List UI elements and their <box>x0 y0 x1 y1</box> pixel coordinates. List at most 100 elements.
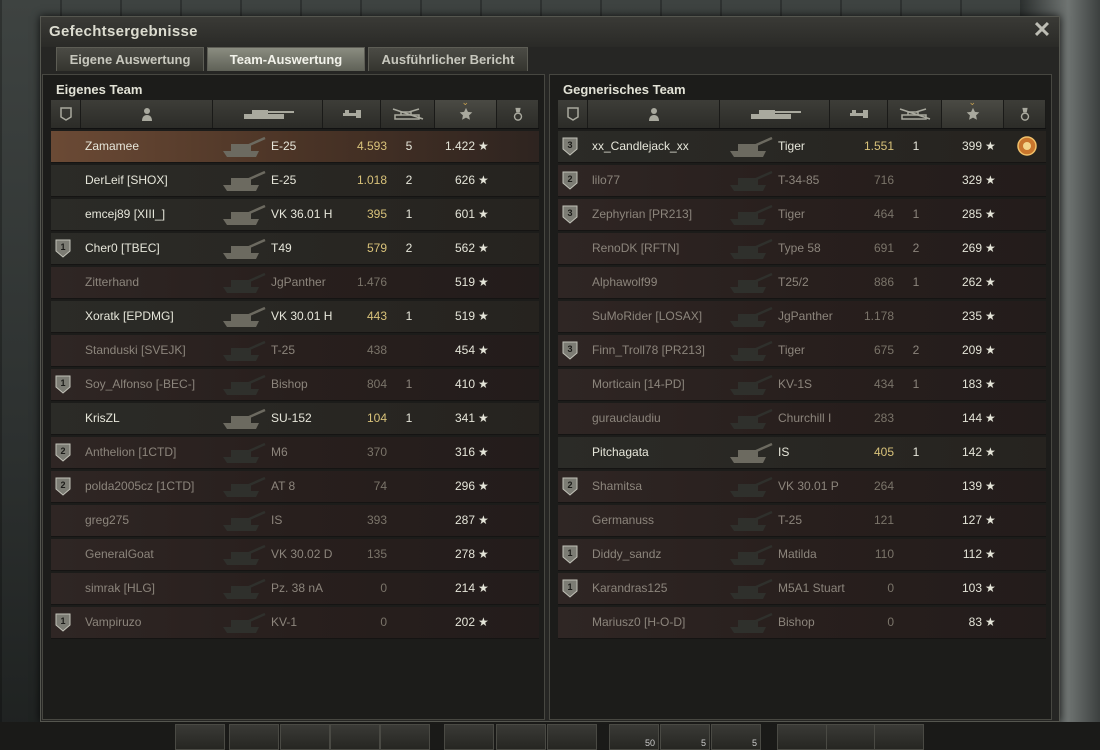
kills-column-header[interactable] <box>888 100 942 128</box>
player-name[interactable]: SuMoRider [LOSAX] <box>592 301 702 332</box>
table-row[interactable]: 2 polda2005cz [1CTD] AT 8 74 296 ★ <box>51 471 539 503</box>
table-row[interactable]: KrisZL SU-152 104 1 341 ★ <box>51 403 539 435</box>
tank-column-header[interactable] <box>213 100 323 128</box>
xp-star-column-header[interactable]: ⌄ <box>435 97 497 128</box>
carousel-slot[interactable]: 5 <box>711 724 761 750</box>
table-row[interactable]: 3 xx_Candlejack_xx Tiger 1.551 1 399 ★ <box>558 131 1046 163</box>
damage-column-header[interactable] <box>323 100 381 128</box>
table-row[interactable]: 2 Shamitsa VK 30.01 P 264 139 ★ <box>558 471 1046 503</box>
player-name[interactable]: Diddy_sandz <box>592 539 661 570</box>
player-badge-icon <box>55 171 73 202</box>
table-row[interactable]: Pitchagata IS 405 1 142 ★ <box>558 437 1046 469</box>
table-row[interactable]: 1 Diddy_sandz Matilda 110 112 ★ <box>558 539 1046 571</box>
table-row[interactable]: DerLeif [SHOX] E-25 1.018 2 626 ★ <box>51 165 539 197</box>
table-row[interactable]: 3 Zephyrian [PR213] Tiger 464 1 285 ★ <box>558 199 1046 231</box>
kills-column-header[interactable] <box>381 100 435 128</box>
table-row[interactable]: Zamamee E-25 4.593 5 1.422 ★ <box>51 131 539 163</box>
player-name[interactable]: Morticain [14-PD] <box>592 369 685 400</box>
table-row[interactable]: Standuski [SVEJK] T-25 438 454 ★ <box>51 335 539 367</box>
medal-column-header[interactable] <box>497 100 539 128</box>
carousel-slot[interactable]: 5 <box>660 724 710 750</box>
table-row[interactable]: 2 lilo77 T-34-85 716 329 ★ <box>558 165 1046 197</box>
carousel-slot[interactable] <box>826 724 876 750</box>
table-row[interactable]: GeneralGoat VK 30.02 D 135 278 ★ <box>51 539 539 571</box>
player-name[interactable]: Zamamee <box>85 131 139 162</box>
player-name[interactable]: GeneralGoat <box>85 539 154 570</box>
table-row[interactable]: greg275 IS 393 287 ★ <box>51 505 539 537</box>
carousel-slot[interactable] <box>444 724 494 750</box>
carousel-slot[interactable] <box>229 724 279 750</box>
table-row[interactable]: emcej89 [XIII_] VK 36.01 H 395 1 601 ★ <box>51 199 539 231</box>
player-name[interactable]: Shamitsa <box>592 471 642 502</box>
table-row[interactable]: 2 Anthelion [1CTD] M6 370 316 ★ <box>51 437 539 469</box>
carousel-slot[interactable] <box>496 724 546 750</box>
player-column-header[interactable] <box>81 100 213 128</box>
player-name[interactable]: emcej89 [XIII_] <box>85 199 165 230</box>
badge-column-header[interactable] <box>51 100 81 128</box>
table-row[interactable]: 1 Soy_Alfonso [-BEC-] Bishop 804 1 410 ★ <box>51 369 539 401</box>
table-row[interactable]: simrak [HLG] Pz. 38 nA 0 214 ★ <box>51 573 539 605</box>
table-row[interactable]: 1 Cher0 [TBEC] T49 579 2 562 ★ <box>51 233 539 265</box>
player-name[interactable]: lilo77 <box>592 165 620 196</box>
xp-star-column-header[interactable]: ⌄ <box>942 97 1004 128</box>
player-name[interactable]: Finn_Troll78 [PR213] <box>592 335 705 366</box>
table-row[interactable]: Mariusz0 [H-O-D] Bishop 0 83 ★ <box>558 607 1046 639</box>
carousel-slot[interactable] <box>874 724 924 750</box>
player-name[interactable]: DerLeif [SHOX] <box>85 165 168 196</box>
xp-star-icon: ★ <box>478 139 489 153</box>
player-name[interactable]: Soy_Alfonso [-BEC-] <box>85 369 195 400</box>
tab-team-auswertung[interactable]: Team-Auswertung <box>207 47 365 71</box>
table-row[interactable]: Morticain [14-PD] KV-1S 434 1 183 ★ <box>558 369 1046 401</box>
badge-column-header[interactable] <box>558 100 588 128</box>
tank-column-header[interactable] <box>720 100 830 128</box>
player-name[interactable]: KrisZL <box>85 403 120 434</box>
close-icon[interactable]: ✕ <box>1031 19 1053 41</box>
table-row[interactable]: Alphawolf99 T25/2 886 1 262 ★ <box>558 267 1046 299</box>
player-name[interactable]: Xoratk [EPDMG] <box>85 301 174 332</box>
carousel-slot[interactable] <box>330 724 380 750</box>
player-name[interactable]: Anthelion [1CTD] <box>85 437 176 468</box>
player-name[interactable]: Alphawolf99 <box>592 267 657 298</box>
player-name[interactable]: Vampiruzo <box>85 607 141 638</box>
player-name[interactable]: Zephyrian [PR213] <box>592 199 692 230</box>
damage-column-header[interactable] <box>830 100 888 128</box>
xp-value: 562 <box>454 241 475 255</box>
tab-ausfuehrlicher-bericht[interactable]: Ausführlicher Bericht <box>368 47 528 71</box>
player-name[interactable]: Standuski [SVEJK] <box>85 335 186 366</box>
player-name[interactable]: polda2005cz [1CTD] <box>85 471 194 502</box>
table-row[interactable]: Zitterhand JgPanther 1.476 519 ★ <box>51 267 539 299</box>
player-name[interactable]: Cher0 [TBEC] <box>85 233 160 264</box>
tab-eigene-auswertung[interactable]: Eigene Auswertung <box>56 47 204 71</box>
player-name[interactable]: RenoDK [RFTN] <box>592 233 679 264</box>
table-row[interactable]: RenoDK [RFTN] Type 58 691 2 269 ★ <box>558 233 1046 265</box>
player-badge-icon <box>55 307 73 338</box>
player-name[interactable]: greg275 <box>85 505 129 536</box>
table-row[interactable]: 1 Vampiruzo KV-1 0 202 ★ <box>51 607 539 639</box>
player-name[interactable]: Mariusz0 [H-O-D] <box>592 607 685 638</box>
player-name[interactable]: Karandras125 <box>592 573 667 604</box>
player-name[interactable]: Zitterhand <box>85 267 139 298</box>
carousel-slot[interactable] <box>175 724 225 750</box>
carousel-slot[interactable] <box>280 724 330 750</box>
title-bar[interactable]: Gefechtsergebnisse ✕ <box>41 17 1059 47</box>
medal-column-header[interactable] <box>1004 100 1046 128</box>
table-row[interactable]: Xoratk [EPDMG] VK 30.01 H 443 1 519 ★ <box>51 301 539 333</box>
table-row[interactable]: gurauclaudiu Churchill I 283 144 ★ <box>558 403 1046 435</box>
carousel-slot[interactable] <box>380 724 430 750</box>
player-name[interactable]: Pitchagata <box>592 437 649 468</box>
table-row[interactable]: Germanuss T-25 121 127 ★ <box>558 505 1046 537</box>
svg-text:2: 2 <box>60 480 65 490</box>
player-column-header[interactable] <box>588 100 720 128</box>
carousel-slot[interactable]: 50 <box>609 724 659 750</box>
table-row[interactable]: 3 Finn_Troll78 [PR213] Tiger 675 2 209 ★ <box>558 335 1046 367</box>
carousel-slot[interactable] <box>547 724 597 750</box>
table-row[interactable]: 1 Karandras125 M5A1 Stuart 0 103 ★ <box>558 573 1046 605</box>
table-row[interactable]: SuMoRider [LOSAX] JgPanther 1.178 235 ★ <box>558 301 1046 333</box>
medal-icon[interactable] <box>1016 135 1038 166</box>
kills-value: 2 <box>405 173 413 187</box>
player-name[interactable]: gurauclaudiu <box>592 403 661 434</box>
player-name[interactable]: simrak [HLG] <box>85 573 155 604</box>
player-name[interactable]: xx_Candlejack_xx <box>592 131 689 162</box>
carousel-slot[interactable] <box>777 724 827 750</box>
player-name[interactable]: Germanuss <box>592 505 654 536</box>
